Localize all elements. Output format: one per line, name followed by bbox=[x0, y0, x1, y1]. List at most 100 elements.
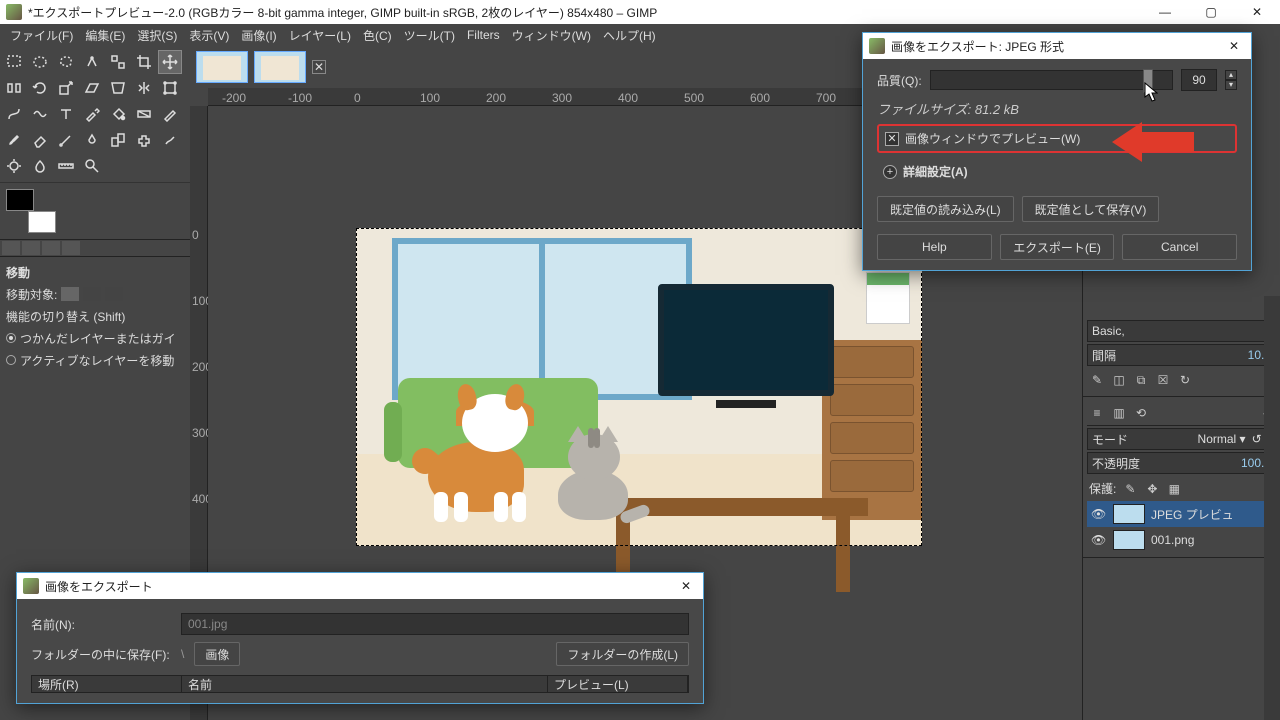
tool-eraser[interactable] bbox=[28, 128, 52, 152]
tool-cage[interactable] bbox=[158, 76, 182, 100]
fg-color-swatch[interactable] bbox=[6, 189, 34, 211]
create-folder-button[interactable]: フォルダーの作成(L) bbox=[556, 642, 689, 666]
tool-flip[interactable] bbox=[132, 76, 156, 100]
tool-align[interactable] bbox=[2, 76, 26, 100]
tool-color-picker[interactable] bbox=[80, 102, 104, 126]
menu-color[interactable]: 色(C) bbox=[359, 25, 396, 46]
load-defaults-button[interactable]: 既定値の読み込み(L) bbox=[877, 196, 1014, 222]
tool-pencil[interactable] bbox=[158, 102, 182, 126]
tool-measure[interactable] bbox=[54, 154, 78, 178]
tool-rotate[interactable] bbox=[28, 76, 52, 100]
tool-dodge[interactable] bbox=[2, 154, 26, 178]
tool-brush[interactable] bbox=[2, 128, 26, 152]
tool-ellipse-select[interactable] bbox=[28, 50, 52, 74]
new-brush-icon[interactable]: ◫ bbox=[1111, 372, 1127, 388]
tool-gradient[interactable] bbox=[132, 102, 156, 126]
help-button[interactable]: Help bbox=[877, 234, 992, 260]
menu-file[interactable]: ファイル(F) bbox=[6, 25, 77, 46]
tool-ink[interactable] bbox=[80, 128, 104, 152]
tool-warp[interactable] bbox=[28, 102, 52, 126]
lock-position-icon[interactable]: ✥ bbox=[1144, 481, 1160, 497]
minimize-button[interactable]: — bbox=[1142, 0, 1188, 24]
visibility-icon[interactable]: 👁 bbox=[1091, 507, 1107, 521]
advanced-row[interactable]: + 詳細設定(A) bbox=[877, 159, 1237, 184]
tool-bucket[interactable] bbox=[106, 102, 130, 126]
menu-window[interactable]: ウィンドウ(W) bbox=[508, 25, 595, 46]
preview-checkbox-row[interactable]: ✕ 画像ウィンドウでプレビュー(W) bbox=[877, 124, 1237, 153]
target-layer-icon[interactable] bbox=[61, 287, 79, 301]
preview-checkbox[interactable]: ✕ bbox=[885, 132, 899, 146]
dialog-titlebar[interactable]: 画像をエクスポート: JPEG 形式 ✕ bbox=[863, 33, 1251, 59]
delete-brush-icon[interactable]: ☒ bbox=[1155, 372, 1171, 388]
tool-shear[interactable] bbox=[80, 76, 104, 100]
tool-clone[interactable] bbox=[106, 128, 130, 152]
radio-pick-layer[interactable] bbox=[6, 333, 16, 343]
spin-up-button[interactable]: ▴ bbox=[1225, 70, 1237, 80]
tool-blur[interactable] bbox=[28, 154, 52, 178]
tool-paths[interactable] bbox=[2, 102, 26, 126]
maximize-button[interactable]: ▢ bbox=[1188, 0, 1234, 24]
color-swatches[interactable] bbox=[6, 189, 56, 233]
paths-tab-icon[interactable]: ⟲ bbox=[1133, 405, 1149, 421]
menu-filters[interactable]: Filters bbox=[463, 26, 504, 44]
menu-select[interactable]: 選択(S) bbox=[133, 25, 181, 46]
cancel-button[interactable]: Cancel bbox=[1122, 234, 1237, 260]
filename-input[interactable] bbox=[181, 613, 689, 635]
folder-path-button[interactable]: 画像 bbox=[194, 642, 240, 666]
menu-image[interactable]: 画像(I) bbox=[237, 25, 280, 46]
target-selection-icon[interactable] bbox=[105, 287, 123, 301]
dialog-titlebar[interactable]: 画像をエクスポート ✕ bbox=[17, 573, 703, 599]
spacing-field[interactable]: 間隔10.0 bbox=[1087, 344, 1276, 366]
scrollbar[interactable] bbox=[1264, 296, 1280, 720]
image-tab-2[interactable] bbox=[254, 51, 306, 83]
menu-help[interactable]: ヘルプ(H) bbox=[599, 25, 660, 46]
lock-pixels-icon[interactable]: ✎ bbox=[1122, 481, 1138, 497]
tool-zoom[interactable] bbox=[80, 154, 104, 178]
menu-layer[interactable]: レイヤー(L) bbox=[285, 25, 355, 46]
target-path-icon[interactable] bbox=[83, 287, 101, 301]
radio-active-layer[interactable] bbox=[6, 355, 16, 365]
tool-smudge[interactable] bbox=[158, 128, 182, 152]
menu-view[interactable]: 表示(V) bbox=[185, 25, 233, 46]
tab-options-icon[interactable] bbox=[2, 241, 20, 255]
tool-text[interactable] bbox=[54, 102, 78, 126]
tool-fuzzy-select[interactable] bbox=[80, 50, 104, 74]
mode-select[interactable]: モードNormal ▾↺ ▾ bbox=[1087, 428, 1276, 450]
tab-close-button[interactable]: ✕ bbox=[312, 60, 326, 74]
dialog-close-button[interactable]: ✕ bbox=[1223, 35, 1245, 57]
refresh-brush-icon[interactable]: ↻ bbox=[1177, 372, 1193, 388]
edit-brush-icon[interactable]: ✎ bbox=[1089, 372, 1105, 388]
quality-slider[interactable] bbox=[930, 70, 1173, 90]
dialog-close-button[interactable]: ✕ bbox=[675, 575, 697, 597]
canvas[interactable] bbox=[356, 228, 922, 546]
tool-move[interactable] bbox=[158, 50, 182, 74]
layer-row[interactable]: 👁 JPEG プレビュ bbox=[1087, 501, 1276, 527]
save-defaults-button[interactable]: 既定値として保存(V) bbox=[1022, 196, 1160, 222]
tool-free-select[interactable] bbox=[54, 50, 78, 74]
opacity-field[interactable]: 不透明度100.0 bbox=[1087, 452, 1276, 474]
tool-airbrush[interactable] bbox=[54, 128, 78, 152]
quality-spinbox[interactable]: 90 bbox=[1181, 69, 1217, 91]
tool-scale[interactable] bbox=[54, 76, 78, 100]
duplicate-brush-icon[interactable]: ⧉ bbox=[1133, 372, 1149, 388]
spin-down-button[interactable]: ▾ bbox=[1225, 80, 1237, 90]
channels-tab-icon[interactable]: ▥ bbox=[1111, 405, 1127, 421]
tab-history-icon[interactable] bbox=[42, 241, 60, 255]
tab-image-icon[interactable] bbox=[62, 241, 80, 255]
lock-alpha-icon[interactable]: ▦ bbox=[1166, 481, 1182, 497]
export-button[interactable]: エクスポート(E) bbox=[1000, 234, 1115, 260]
tool-heal[interactable] bbox=[132, 128, 156, 152]
bg-color-swatch[interactable] bbox=[28, 211, 56, 233]
tab-device-icon[interactable] bbox=[22, 241, 40, 255]
layer-row[interactable]: 👁 001.png bbox=[1087, 527, 1276, 553]
tool-by-color-select[interactable] bbox=[106, 50, 130, 74]
brush-preset-select[interactable]: Basic,▾ bbox=[1087, 320, 1276, 342]
layers-tab-icon[interactable]: ≡ bbox=[1089, 405, 1105, 421]
menu-edit[interactable]: 編集(E) bbox=[81, 25, 129, 46]
menu-tools[interactable]: ツール(T) bbox=[400, 25, 459, 46]
tool-perspective[interactable] bbox=[106, 76, 130, 100]
visibility-icon[interactable]: 👁 bbox=[1091, 533, 1107, 547]
tool-crop[interactable] bbox=[132, 50, 156, 74]
image-tab-1[interactable] bbox=[196, 51, 248, 83]
tool-rect-select[interactable] bbox=[2, 50, 26, 74]
